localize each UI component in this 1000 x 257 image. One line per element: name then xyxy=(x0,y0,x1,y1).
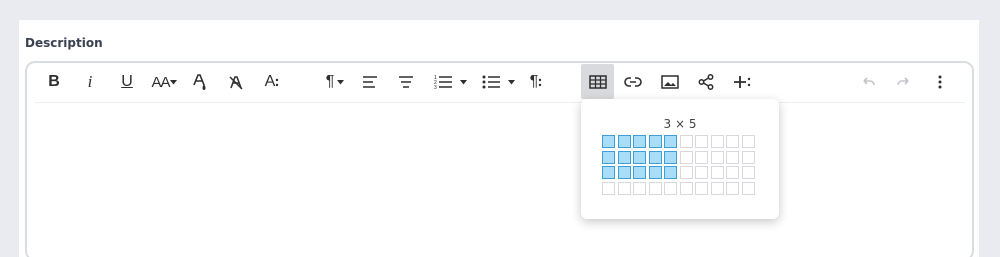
table-size-cell[interactable] xyxy=(726,150,739,164)
table-size-cell[interactable] xyxy=(710,166,724,179)
text-style-icon: A xyxy=(264,73,276,90)
bold-button[interactable]: B xyxy=(42,66,66,98)
table-size-cell[interactable] xyxy=(695,135,708,148)
bullet-list-icon xyxy=(482,75,500,89)
table-size-picker: 3 × 5 xyxy=(581,99,779,219)
align-left-icon xyxy=(363,76,377,88)
font-color-button[interactable] xyxy=(188,66,212,98)
more-dots-icon xyxy=(276,78,279,87)
table-size-cell[interactable] xyxy=(664,166,677,179)
paragraph-format-button[interactable]: ¶ xyxy=(524,66,548,98)
table-size-cell[interactable] xyxy=(710,181,724,195)
image-icon xyxy=(661,75,679,89)
table-size-cell[interactable] xyxy=(695,166,708,179)
align-center-icon xyxy=(399,76,413,88)
table-size-cell[interactable] xyxy=(648,166,662,179)
table-size-cell[interactable] xyxy=(726,166,739,179)
underline-button[interactable]: U xyxy=(114,66,140,98)
redo-button[interactable] xyxy=(892,66,916,98)
clear-formatting-button[interactable] xyxy=(224,66,248,98)
font-color-icon xyxy=(193,74,206,90)
insert-table-button[interactable] xyxy=(581,64,614,99)
bullet-list-button[interactable] xyxy=(478,66,518,98)
table-size-cell[interactable] xyxy=(664,181,677,195)
table-size-cell[interactable] xyxy=(617,166,631,179)
table-size-cell[interactable] xyxy=(633,135,646,148)
paragraph-icon: ¶ xyxy=(529,73,539,90)
chevron-down-icon xyxy=(459,79,467,84)
share-button[interactable] xyxy=(694,66,718,98)
more-options-button[interactable] xyxy=(928,66,952,98)
table-size-cell[interactable] xyxy=(726,135,739,148)
text-style-button[interactable]: A xyxy=(260,66,284,98)
chevron-down-icon xyxy=(337,79,345,84)
table-size-cell[interactable] xyxy=(617,135,631,148)
table-size-cell[interactable] xyxy=(602,181,615,195)
plus-icon xyxy=(734,76,751,88)
table-size-cell[interactable] xyxy=(679,135,693,148)
italic-icon: i xyxy=(87,72,93,91)
field-label: Description xyxy=(25,36,103,50)
svg-text:3: 3 xyxy=(434,85,437,90)
table-size-cell[interactable] xyxy=(602,166,615,179)
table-size-cell[interactable] xyxy=(664,135,677,148)
ordered-list-icon: 1 2 3 xyxy=(434,75,452,90)
table-size-cell[interactable] xyxy=(741,135,755,148)
clear-formatting-icon xyxy=(229,76,243,90)
table-size-cell[interactable] xyxy=(648,181,662,195)
table-size-cell[interactable] xyxy=(617,150,631,164)
font-size-icon: AA xyxy=(151,73,170,91)
insert-link-button[interactable] xyxy=(621,66,645,98)
table-size-cell[interactable] xyxy=(617,181,631,195)
more-dots-icon xyxy=(539,78,542,87)
table-icon xyxy=(588,74,607,89)
table-size-cell[interactable] xyxy=(648,135,662,148)
chevron-down-icon xyxy=(507,79,515,84)
font-size-button[interactable]: AA xyxy=(149,66,179,98)
table-size-cell[interactable] xyxy=(679,166,693,179)
table-size-cell[interactable] xyxy=(695,150,708,164)
redo-icon xyxy=(897,77,909,86)
table-size-cell[interactable] xyxy=(633,166,646,179)
toolbar-divider xyxy=(35,102,965,103)
insert-more-button[interactable] xyxy=(730,66,754,98)
table-size-cell[interactable] xyxy=(633,181,646,195)
align-left-button[interactable] xyxy=(358,66,382,98)
ordered-list-button[interactable]: 1 2 3 xyxy=(430,66,470,98)
share-icon xyxy=(698,74,714,90)
chevron-down-icon xyxy=(169,79,177,84)
bold-icon: B xyxy=(48,73,60,90)
insert-image-button[interactable] xyxy=(658,66,682,98)
line-height-button[interactable]: ¶ xyxy=(320,66,350,98)
table-size-cell[interactable] xyxy=(741,150,755,164)
pilcrow-icon: ¶ xyxy=(325,73,335,90)
undo-icon xyxy=(863,77,875,86)
table-size-cell[interactable] xyxy=(679,181,693,195)
table-size-label: 3 × 5 xyxy=(663,117,697,131)
table-size-cell[interactable] xyxy=(664,150,677,164)
underline-icon: U xyxy=(121,73,133,90)
table-size-cell[interactable] xyxy=(741,166,755,179)
italic-button[interactable]: i xyxy=(78,66,102,98)
table-size-cell[interactable] xyxy=(679,150,693,164)
table-size-cell[interactable] xyxy=(710,150,724,164)
align-center-button[interactable] xyxy=(394,66,418,98)
table-size-cell[interactable] xyxy=(710,135,724,148)
table-size-cell[interactable] xyxy=(602,150,615,164)
table-size-cell[interactable] xyxy=(741,181,755,195)
table-size-cell[interactable] xyxy=(726,181,739,195)
table-size-cell[interactable] xyxy=(602,135,615,148)
more-vertical-icon xyxy=(938,75,942,89)
table-size-cell[interactable] xyxy=(695,181,708,195)
link-icon xyxy=(624,77,642,87)
table-size-cell[interactable] xyxy=(633,150,646,164)
table-size-cell[interactable] xyxy=(648,150,662,164)
undo-button[interactable] xyxy=(856,66,880,98)
